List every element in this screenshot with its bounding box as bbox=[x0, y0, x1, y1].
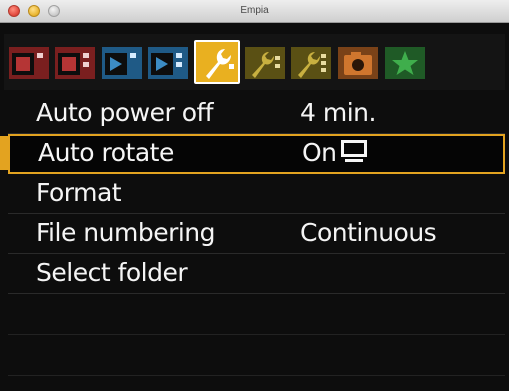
menu-item-value: 4 min. bbox=[300, 98, 376, 127]
camera-shooting-2-icon bbox=[55, 47, 95, 79]
wrench-setup-1-icon bbox=[206, 49, 234, 79]
playback-1-icon bbox=[102, 47, 142, 79]
menu-item-label: Select folder bbox=[36, 258, 188, 287]
menu-item-auto-power-off[interactable]: Auto power off 4 min. bbox=[8, 94, 505, 134]
monitor-icon bbox=[340, 140, 367, 162]
tab-custom-functions[interactable] bbox=[337, 44, 379, 82]
tab-shooting-2[interactable] bbox=[54, 44, 96, 82]
tab-my-menu[interactable] bbox=[384, 44, 426, 82]
playback-2-icon bbox=[148, 47, 188, 79]
camera-shooting-1-icon bbox=[9, 47, 49, 79]
menu-item-select-folder[interactable]: Select folder bbox=[8, 254, 505, 294]
tab-playback-2[interactable] bbox=[147, 44, 189, 82]
tab-setup-3[interactable] bbox=[290, 44, 332, 82]
menu-item-label: Auto power off bbox=[36, 98, 214, 127]
empty-row bbox=[8, 294, 505, 335]
menu-item-value: Continuous bbox=[300, 218, 437, 247]
custom-camera-icon bbox=[338, 47, 378, 79]
tab-setup-2[interactable] bbox=[244, 44, 286, 82]
setup-menu-list: Auto power off 4 min. Auto rotate On For… bbox=[8, 94, 505, 376]
empty-row bbox=[8, 335, 505, 376]
tab-shooting-1[interactable] bbox=[8, 44, 50, 82]
menu-item-auto-rotate[interactable]: Auto rotate On bbox=[8, 134, 505, 174]
menu-tab-bar bbox=[4, 34, 505, 90]
wrench-setup-3-icon bbox=[291, 47, 331, 79]
tab-setup-1[interactable] bbox=[194, 40, 240, 84]
menu-item-value-wrap: On bbox=[302, 138, 369, 167]
camera-menu-window: Empia Auto power off 4 min. Auto rotate … bbox=[0, 0, 509, 391]
menu-item-label: Auto rotate bbox=[38, 138, 174, 167]
selection-marker bbox=[0, 136, 8, 170]
menu-item-label: File numbering bbox=[36, 218, 216, 247]
menu-item-label: Format bbox=[36, 178, 122, 207]
wrench-setup-2-icon bbox=[245, 47, 285, 79]
tab-playback-1[interactable] bbox=[101, 44, 143, 82]
window-title: Empia bbox=[240, 5, 269, 16]
menu-item-file-numbering[interactable]: File numbering Continuous bbox=[8, 214, 505, 254]
menu-item-format[interactable]: Format bbox=[8, 174, 505, 214]
title-bar: Empia bbox=[0, 0, 509, 23]
star-my-menu-icon bbox=[385, 47, 425, 79]
menu-item-value: On bbox=[302, 138, 337, 167]
